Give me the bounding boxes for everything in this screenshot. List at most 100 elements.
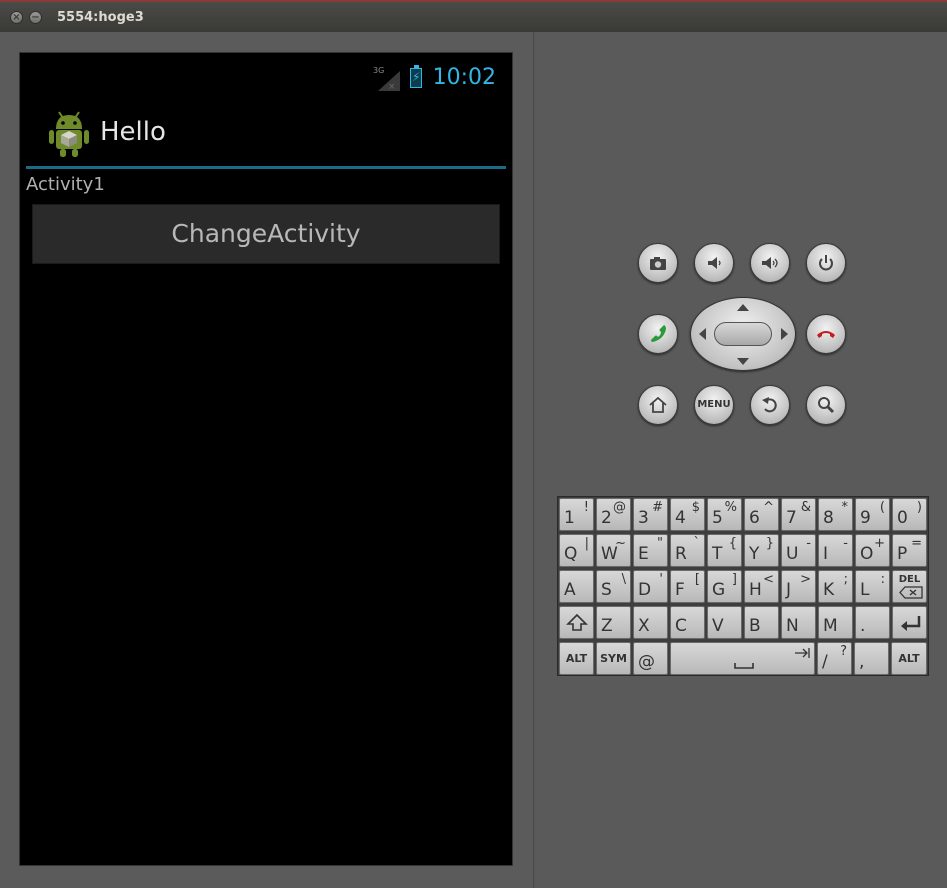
action-bar-divider	[26, 166, 506, 169]
key-c[interactable]: C	[670, 606, 705, 639]
dpad-up-icon[interactable]	[737, 304, 749, 311]
key-q[interactable]: Q |	[559, 534, 594, 567]
key-y[interactable]: Y}	[744, 534, 779, 567]
call-button[interactable]	[638, 314, 678, 354]
key-main-label: ,	[859, 652, 865, 672]
key-v[interactable]: V	[707, 606, 742, 639]
key-e[interactable]: E "	[633, 534, 668, 567]
key-a[interactable]: A	[559, 570, 594, 603]
change-activity-button[interactable]: ChangeActivity	[32, 204, 500, 264]
key-5[interactable]: 5%	[707, 498, 742, 531]
minimize-button[interactable]: −	[29, 11, 42, 24]
volume-up-button[interactable]	[750, 243, 790, 283]
volume-up-icon	[762, 257, 778, 269]
dpad-right-icon[interactable]	[781, 328, 788, 340]
key-alt-right[interactable]: ALT	[891, 642, 927, 675]
key-h[interactable]: H <	[744, 570, 779, 603]
key-enter[interactable]	[892, 606, 927, 639]
key-alt-label: $	[691, 500, 700, 515]
key-sym[interactable]: SYM	[596, 642, 631, 675]
volume-down-button[interactable]	[694, 243, 734, 283]
key-8[interactable]: 8 *	[818, 498, 853, 531]
hardware-keyboard: 1! 2 @3 #4 $5% 6 ^ 7 & 8 * 9(0) Q | W ~ E " R ` T{Y} U - I - O + P =…	[557, 496, 929, 676]
key-z[interactable]: Z	[596, 606, 631, 639]
clock: 10:02	[432, 65, 496, 90]
dpad-center-button[interactable]	[714, 322, 772, 346]
key-7[interactable]: 7 &	[781, 498, 816, 531]
space-icon	[734, 648, 810, 669]
key-n[interactable]: N	[781, 606, 816, 639]
key-main-label: 4	[675, 508, 686, 528]
dpad[interactable]	[690, 297, 796, 371]
key-9[interactable]: 9(	[855, 498, 890, 531]
key-b[interactable]: B	[744, 606, 779, 639]
power-button[interactable]	[806, 243, 846, 283]
key-u[interactable]: U-	[781, 534, 816, 567]
key-label: ALT	[898, 652, 920, 665]
key-m[interactable]: M	[818, 606, 853, 639]
key-label: DEL	[898, 574, 921, 585]
key-o[interactable]: O +	[855, 534, 890, 567]
key-main-label: 5	[712, 508, 723, 528]
end-call-icon	[817, 331, 835, 338]
key-comma[interactable]: ,	[854, 642, 889, 675]
key-label: SYM	[600, 652, 627, 665]
key-main-label: 6	[749, 508, 760, 528]
key-4[interactable]: 4 $	[670, 498, 705, 531]
end-call-button[interactable]	[806, 314, 846, 354]
key-at[interactable]: @	[633, 642, 668, 675]
key-p[interactable]: P =	[892, 534, 927, 567]
key-d[interactable]: D '	[633, 570, 668, 603]
key-main-label: 7	[786, 508, 797, 528]
key-main-label: E	[638, 544, 649, 564]
key-g[interactable]: G]	[707, 570, 742, 603]
key-j[interactable]: J >	[781, 570, 816, 603]
key-main-label: 0	[897, 508, 908, 528]
key-s[interactable]: S \	[596, 570, 631, 603]
key-alt-left[interactable]: ALT	[559, 642, 594, 675]
key-3[interactable]: 3 #	[633, 498, 668, 531]
key-alt-label: %	[724, 500, 737, 515]
battery-icon: ⚡	[410, 65, 422, 88]
key-f[interactable]: F[	[670, 570, 705, 603]
search-icon	[818, 397, 835, 414]
key-x[interactable]: X	[633, 606, 668, 639]
key-main-label: @	[638, 652, 655, 672]
home-button[interactable]	[638, 385, 678, 425]
key-1[interactable]: 1!	[559, 498, 594, 531]
key-shift[interactable]	[559, 606, 594, 639]
key-0[interactable]: 0)	[892, 498, 927, 531]
key-slash[interactable]: /?	[817, 642, 852, 675]
key-k[interactable]: K;	[818, 570, 853, 603]
signal-icon: 3G ×	[373, 66, 400, 91]
key-2[interactable]: 2 @	[596, 498, 631, 531]
key-alt-label: )	[916, 500, 922, 515]
key-delete[interactable]: DEL	[892, 570, 927, 603]
key-space[interactable]	[670, 642, 815, 675]
key-l[interactable]: L:	[855, 570, 890, 603]
key-main-label: V	[712, 616, 724, 636]
key-main-label: I	[823, 544, 829, 564]
key-alt-label: ~	[615, 536, 626, 551]
window-title: 5554:hoge3	[57, 10, 144, 25]
key-6[interactable]: 6 ^	[744, 498, 779, 531]
dpad-down-icon[interactable]	[737, 358, 749, 365]
camera-button[interactable]	[638, 243, 678, 283]
key-main-label: .	[860, 616, 866, 636]
key-w[interactable]: W ~	[596, 534, 631, 567]
key-r[interactable]: R `	[670, 534, 705, 567]
menu-button[interactable]: MENU	[694, 385, 734, 425]
close-button[interactable]: ×	[10, 11, 23, 24]
search-button[interactable]	[806, 385, 846, 425]
key-alt-label: {	[728, 536, 737, 551]
key-[interactable]: .	[855, 606, 890, 639]
key-main-label: A	[564, 580, 576, 600]
key-label: ALT	[565, 652, 588, 665]
backspace-icon	[899, 586, 923, 599]
key-t[interactable]: T{	[707, 534, 742, 567]
key-main-label: C	[675, 616, 687, 636]
volume-down-icon	[708, 257, 721, 269]
key-i[interactable]: I-	[818, 534, 853, 567]
back-button[interactable]	[750, 385, 790, 425]
dpad-left-icon[interactable]	[699, 328, 706, 340]
